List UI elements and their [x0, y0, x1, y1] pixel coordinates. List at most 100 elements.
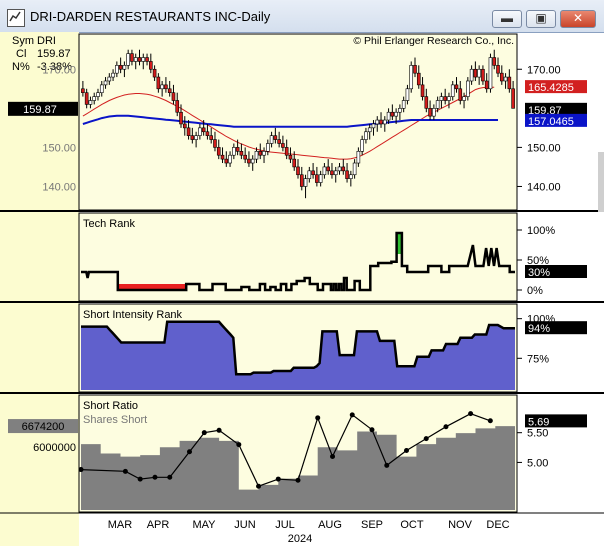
short-ratio-point	[201, 430, 207, 436]
pct-label: N%	[12, 61, 30, 73]
candle-body	[182, 123, 187, 129]
candle-body	[492, 57, 497, 66]
candle-body	[337, 166, 342, 172]
candle-body	[405, 88, 410, 101]
candle-body	[179, 111, 183, 125]
chart-app-icon	[7, 9, 25, 27]
candle-body	[194, 135, 198, 140]
price-tick-label-left: 170.00	[42, 64, 76, 76]
blue-ma-label: 157.0465	[528, 116, 574, 128]
ratio-value-label: 5.69	[528, 416, 549, 428]
month-label: DEC	[486, 519, 509, 531]
price-tick-label: 140.00	[527, 181, 561, 193]
candle-body	[133, 57, 138, 62]
candle-body	[137, 57, 142, 62]
candle-body	[333, 170, 338, 176]
short-ratio-point	[152, 474, 158, 480]
month-label: OCT	[400, 519, 424, 531]
candle-body	[258, 151, 263, 156]
year-label: 2024	[288, 533, 312, 545]
tech-tick-label: 0%	[527, 285, 543, 297]
candle-body	[190, 135, 195, 140]
candle-body	[213, 139, 217, 148]
candle-body	[118, 65, 123, 70]
candle-body	[330, 170, 334, 176]
candle-body	[228, 154, 232, 164]
close-button[interactable]: ✕	[560, 10, 596, 28]
candle-body	[466, 80, 470, 97]
candle-body	[462, 96, 466, 101]
candle-body	[413, 65, 417, 74]
title-bar: DRI-DARDEN RESTAURANTS INC-Daily ▬ ▣ ✕	[0, 0, 604, 33]
candle-body	[428, 108, 432, 117]
candle-body	[322, 166, 327, 176]
short-ratio-point	[236, 442, 242, 448]
window-title: DRI-DARDEN RESTAURANTS INC-Daily	[30, 9, 271, 24]
candle-body	[81, 88, 85, 93]
candle-body	[292, 158, 297, 168]
candle-body	[296, 166, 300, 176]
candle-body	[281, 143, 285, 148]
candle-body	[269, 135, 274, 144]
month-label: NOV	[448, 519, 473, 531]
candle-body	[115, 65, 119, 74]
short-ratio-point	[256, 483, 262, 489]
candle-body	[96, 92, 100, 97]
candle-body	[503, 76, 508, 82]
candle-body	[224, 158, 229, 164]
candle-body	[205, 131, 210, 136]
tech-tick-label: 100%	[527, 225, 555, 237]
short-ratio-point	[349, 412, 355, 418]
short-ratio-point	[404, 448, 409, 454]
candle-body	[171, 92, 176, 101]
short-tick-label: 75%	[527, 353, 549, 365]
short-ratio-point	[78, 467, 84, 473]
tech-value-label: 30%	[528, 267, 550, 279]
candle-body	[375, 119, 380, 125]
candle-body	[447, 96, 451, 101]
candle-body	[311, 170, 315, 176]
candle-body	[341, 166, 346, 172]
shares-short-label: Shares Short	[83, 414, 147, 426]
short-ratio-point	[384, 462, 390, 468]
short-ratio-point	[443, 424, 449, 430]
month-label: JUL	[275, 519, 295, 531]
candle-body	[326, 166, 330, 172]
candle-body	[435, 100, 440, 109]
candle-body	[424, 96, 429, 109]
candle-body	[409, 65, 414, 90]
sym-label: Sym	[12, 35, 34, 47]
copyright-text: © Phil Erlanger Research Co., Inc.	[353, 35, 514, 47]
maximize-button[interactable]: ▣	[526, 10, 556, 28]
candle-body	[345, 170, 349, 179]
candle-body	[477, 68, 481, 78]
minimize-button[interactable]: ▬	[492, 10, 522, 28]
price-tick-label-left: 150.00	[42, 142, 76, 154]
short-ratio-point	[187, 449, 192, 455]
short-ratio-point	[369, 427, 375, 433]
left-price-label: 159.87	[23, 104, 57, 116]
cl-value: 159.87	[37, 48, 71, 60]
candle-body	[356, 151, 361, 164]
candle-body	[307, 170, 312, 179]
candle-body	[454, 84, 459, 90]
month-label: JUN	[234, 519, 255, 531]
short-ratio-point	[167, 474, 173, 480]
candle-body	[186, 127, 191, 136]
chart-canvas: Sym DRI Cl 159.87 N% -3.38% © Phil Erlan…	[0, 32, 604, 546]
candle-body	[141, 57, 146, 62]
candle-body	[107, 76, 112, 82]
scrollbar[interactable]	[598, 152, 604, 212]
candle-body	[122, 65, 127, 70]
short-ratio-point	[295, 477, 301, 483]
candle-body	[416, 72, 421, 86]
candle-body	[481, 68, 485, 82]
candle-body	[167, 88, 172, 93]
month-label: MAY	[192, 519, 216, 531]
candle-body	[111, 72, 115, 78]
candle-body	[439, 96, 444, 101]
candle-body	[432, 108, 436, 117]
candle-body	[488, 57, 493, 90]
candle-body	[364, 131, 368, 140]
candle-body	[175, 100, 180, 113]
